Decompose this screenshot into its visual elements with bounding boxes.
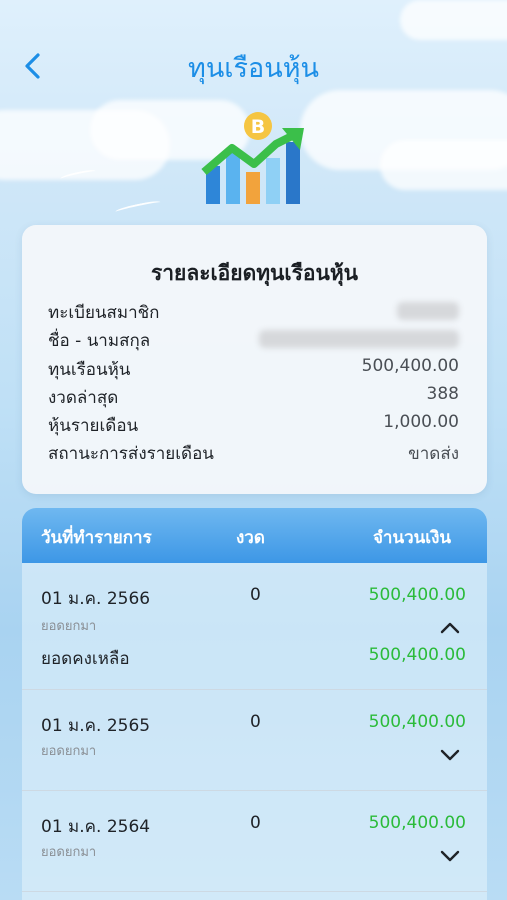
details-title: รายละเอียดทุนเรือนหุ้น [150,261,359,285]
row-amount: 500,400.00 [368,585,466,605]
latest-period-label: งวดล่าสุด [48,388,119,408]
share-details-card: รายละเอียดทุนเรือนหุ้น ทะเบียนสมาชิก ชื่… [22,225,487,494]
share-capital-row: ทุนเรือนหุ้น 500,400.00 [48,356,459,382]
name-row: ชื่อ - นามสกุล [48,327,459,353]
row-period: 0 [250,813,261,833]
row-description: ยอดยกมา [41,845,97,860]
balance-label: ยอดคงเหลือ [41,649,130,669]
expand-button[interactable] [439,848,461,862]
expand-button[interactable] [439,747,461,761]
table-header: วันที่ทำรายการ งวด จำนวนเงิน [22,508,487,563]
transactions-table: วันที่ทำรายการ งวด จำนวนเงิน 01 ม.ค. 256… [22,508,487,900]
svg-text:B: B [251,116,265,138]
chevron-up-icon [440,622,460,634]
latest-period-value: 388 [426,384,459,404]
row-period: 0 [250,585,261,605]
share-capital-label: ทุนเรือนหุ้น [48,360,131,380]
payment-status-label: สถานะการส่งรายเดือน [48,444,214,464]
row-date: 01 ม.ค. 2566 [41,589,151,609]
monthly-share-value: 1,000.00 [383,412,459,432]
member-id-label: ทะเบียนสมาชิก [48,303,160,323]
row-date: 01 ม.ค. 2564 [41,817,151,837]
payment-status-value: ขาดส่ง [408,444,459,464]
column-header-amount: จำนวนเงิน [372,528,451,548]
monthly-share-label: หุ้นรายเดือน [48,416,139,436]
column-header-period: งวด [236,528,265,548]
latest-period-row: งวดล่าสุด 388 [48,384,459,410]
row-description: ยอดยกมา [41,744,97,759]
column-header-date: วันที่ทำรายการ [41,528,152,548]
row-amount: 500,400.00 [368,712,466,732]
payment-status-row: สถานะการส่งรายเดือน ขาดส่ง [48,440,459,466]
monthly-share-row: หุ้นรายเดือน 1,000.00 [48,412,459,438]
name-value [259,327,459,353]
table-row[interactable]: 01 ม.ค. 2565 ยอดยกมา 0 500,400.00 [22,690,487,791]
name-label: ชื่อ - นามสกุล [48,331,151,351]
table-row[interactable]: 01 ม.ค. 2564 ยอดยกมา 0 500,400.00 [22,791,487,892]
member-id-row: ทะเบียนสมาชิก [48,299,459,325]
row-date: 01 ม.ค. 2565 [41,716,151,736]
chevron-down-icon [440,850,460,862]
row-amount: 500,400.00 [368,813,466,833]
row-period: 0 [250,712,261,732]
table-row[interactable]: 01 ม.ค. 2566 ยอดยกมา 0 500,400.00 ยอดคงเ… [22,563,487,690]
share-capital-value: 500,400.00 [361,356,459,376]
chevron-down-icon [440,749,460,761]
member-id-value [397,299,459,325]
stock-chart-icon: B [200,102,310,208]
balance-amount: 500,400.00 [368,645,466,665]
collapse-button[interactable] [439,620,461,634]
row-description: ยอดยกมา [41,619,97,634]
page-title: ทุนเรือนหุ้น [188,53,319,84]
